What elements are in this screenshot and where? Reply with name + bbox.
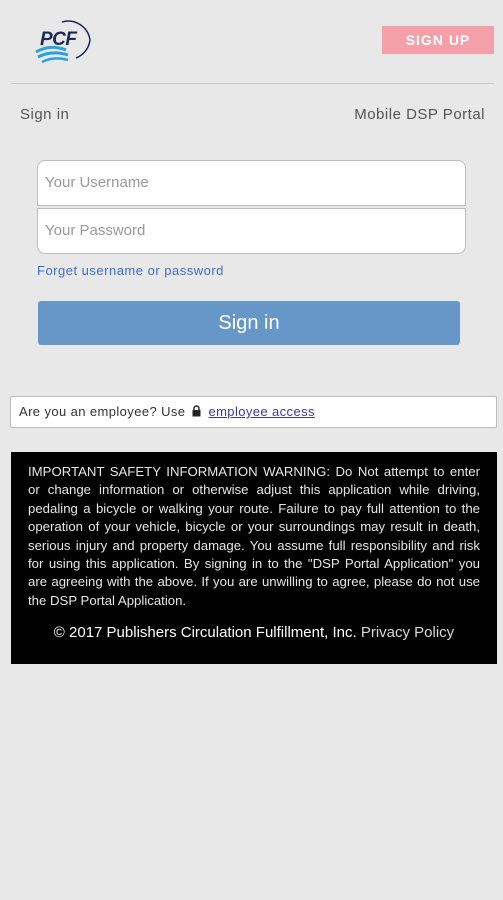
copyright-line: © 2017 Publishers Circulation Fulfillmen… — [28, 624, 480, 642]
logo-text: PCF — [40, 29, 77, 50]
app-header: PCF SIGN UP — [0, 0, 503, 84]
employee-prompt: Are you an employee? Use — [19, 404, 186, 419]
password-input[interactable]: Your Password — [37, 208, 466, 254]
safety-warning-panel: IMPORTANT SAFETY INFORMATION WARNING: Do… — [11, 452, 497, 664]
sign-in-button[interactable]: Sign in — [38, 301, 460, 345]
pcf-logo[interactable]: PCF — [32, 18, 94, 64]
copyright-text: © 2017 Publishers Circulation Fulfillmen… — [53, 624, 357, 642]
safety-warning-text: IMPORTANT SAFETY INFORMATION WARNING: Do… — [28, 464, 480, 608]
employee-access-link[interactable]: employee access — [208, 404, 314, 419]
username-input[interactable]: Your Username — [37, 160, 466, 206]
header-divider — [11, 83, 494, 84]
sign-up-button[interactable]: SIGN UP — [382, 26, 494, 54]
privacy-policy-link[interactable]: Privacy Policy — [361, 624, 454, 641]
portal-title: Mobile DSP Portal — [354, 106, 485, 123]
page-title: Sign in — [20, 106, 70, 123]
forgot-credentials-link[interactable]: Forget username or password — [37, 263, 224, 278]
employee-access-box: Are you an employee? Use employee access — [10, 396, 497, 428]
lock-icon — [192, 405, 201, 417]
